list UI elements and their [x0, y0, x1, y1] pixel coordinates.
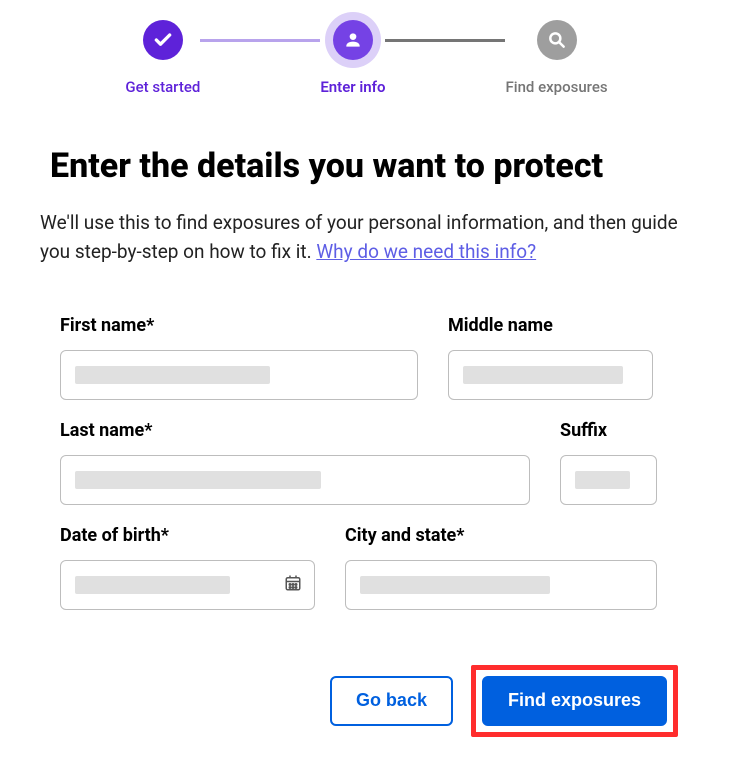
step-label: Get started	[125, 78, 200, 96]
middle-name-input[interactable]	[448, 350, 653, 400]
middle-name-label: Middle name	[448, 315, 653, 336]
step-label: Enter info	[320, 78, 385, 96]
why-need-info-link[interactable]: Why do we need this info?	[316, 240, 536, 263]
suffix-field: Suffix	[560, 420, 657, 505]
placeholder-skeleton	[360, 576, 550, 594]
step-enter-info: Enter info	[320, 20, 385, 96]
connector-line	[385, 39, 505, 42]
suffix-input[interactable]	[560, 455, 657, 505]
dob-label: Date of birth*	[60, 525, 315, 546]
first-name-field: First name*	[60, 315, 418, 400]
first-name-label: First name*	[60, 315, 418, 336]
highlight-box: Find exposures	[471, 665, 678, 737]
step-get-started: Get started	[125, 20, 200, 96]
placeholder-skeleton	[575, 471, 630, 489]
city-state-input[interactable]	[345, 560, 657, 610]
placeholder-skeleton	[75, 576, 230, 594]
dob-field: Date of birth*	[60, 525, 315, 610]
dob-input[interactable]	[60, 560, 315, 610]
suffix-label: Suffix	[560, 420, 657, 441]
form-actions: Go back Find exposures	[40, 665, 693, 737]
calendar-icon[interactable]	[284, 574, 302, 596]
placeholder-skeleton	[463, 366, 623, 384]
last-name-field: Last name*	[60, 420, 530, 505]
first-name-input[interactable]	[60, 350, 418, 400]
middle-name-field: Middle name	[448, 315, 653, 400]
connector-line	[200, 39, 320, 42]
step-find-exposures: Find exposures	[505, 20, 607, 96]
placeholder-skeleton	[75, 366, 270, 384]
go-back-button[interactable]: Go back	[330, 676, 453, 726]
person-icon	[333, 20, 373, 60]
progress-stepper: Get started Enter info Find exposures	[40, 20, 693, 96]
page-title: Enter the details you want to protect	[50, 146, 693, 186]
personal-info-form: First name* Middle name Last name* Suffi…	[40, 315, 693, 610]
check-icon	[143, 20, 183, 60]
city-state-field: City and state*	[345, 525, 657, 610]
page-description: We'll use this to find exposures of your…	[40, 208, 693, 267]
city-state-label: City and state*	[345, 525, 657, 546]
search-icon	[537, 20, 577, 60]
last-name-input[interactable]	[60, 455, 530, 505]
find-exposures-button[interactable]: Find exposures	[482, 676, 667, 726]
step-label: Find exposures	[505, 78, 607, 96]
placeholder-skeleton	[75, 471, 321, 489]
last-name-label: Last name*	[60, 420, 530, 441]
